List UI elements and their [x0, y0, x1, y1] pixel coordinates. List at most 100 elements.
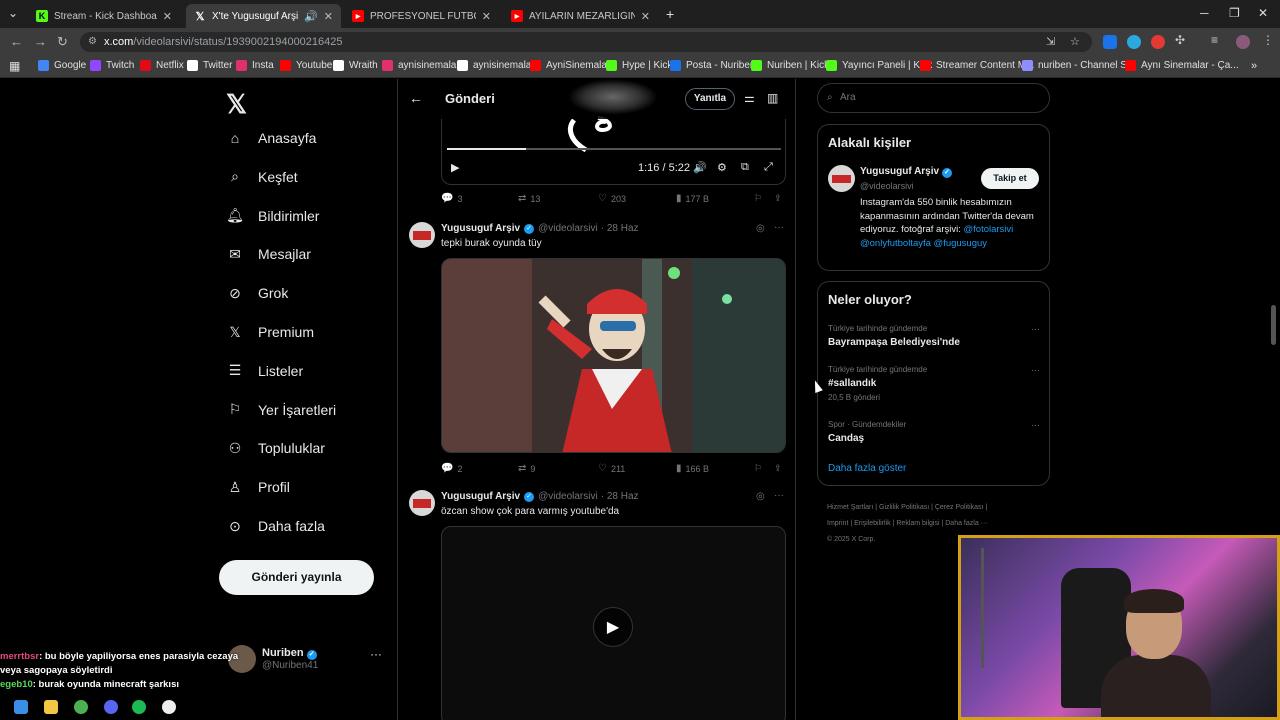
- discord-icon[interactable]: [104, 700, 118, 714]
- avatar[interactable]: [409, 222, 435, 248]
- reply-button[interactable]: 💬 2: [441, 463, 462, 474]
- bookmark-item[interactable]: Google: [38, 60, 86, 71]
- nav-item-list[interactable]: ☰ Listeler: [226, 362, 303, 380]
- reply-button[interactable]: Yanıtla: [685, 88, 735, 110]
- related-handle[interactable]: @videolarsivi: [860, 181, 914, 191]
- close-tab-icon[interactable]: ✕: [163, 10, 172, 23]
- repost-button[interactable]: ⇄ 13: [518, 193, 540, 204]
- bookmark-star-icon[interactable]: ☆: [1070, 32, 1080, 52]
- forward-icon[interactable]: →: [34, 34, 47, 49]
- grok-icon[interactable]: ◎: [756, 223, 765, 234]
- nav-item-envelope[interactable]: ✉ Mesajlar: [226, 245, 311, 263]
- views-button[interactable]: ▮ 177 B: [676, 193, 709, 204]
- x-logo-icon[interactable]: 𝕏: [226, 89, 247, 120]
- media-controls-icon[interactable]: ≡: [1211, 33, 1225, 47]
- nav-item-people[interactable]: ⚇ Topluluklar: [226, 439, 325, 457]
- nav-item-bell[interactable]: 🔔︎ Bildirimler: [226, 207, 319, 225]
- extension-red-icon[interactable]: [1151, 35, 1165, 49]
- tweet[interactable]: Yugusuguf Arşiv ✓ @videolarsivi · 28 Haz…: [398, 222, 795, 477]
- avatar[interactable]: [409, 490, 435, 516]
- more-icon[interactable]: ···: [1031, 365, 1040, 375]
- trend-item[interactable]: Türkiye tarihinde gündemde #sallandık 20…: [828, 365, 1040, 402]
- bookmark-item[interactable]: nuriben - Channel S...: [1022, 60, 1135, 71]
- more-icon[interactable]: ···: [370, 647, 382, 661]
- nav-item-home[interactable]: ⌂ Anasayfa: [226, 129, 317, 147]
- apps-grid-icon[interactable]: ▦: [9, 59, 20, 73]
- trend-item[interactable]: Spor · Gündemdekiler Candaş ···: [828, 420, 1040, 444]
- tab-youtube-futbolcu[interactable]: ▶ PROFESYONEL FUTBOLCU SEN ✕: [344, 4, 499, 28]
- footer-line[interactable]: Imprint | Erişilebilirlik | Reklam bilgi…: [827, 516, 1052, 532]
- tweet-image[interactable]: [441, 258, 786, 453]
- tab-kick-dashboard[interactable]: K Stream - Kick Dashboard ✕: [28, 4, 180, 28]
- show-more-link[interactable]: Daha fazla göster: [828, 463, 906, 474]
- tweet[interactable]: Yugusuguf Arşiv ✓ @videolarsivi · 28 Haz…: [398, 490, 795, 720]
- bookmark-item[interactable]: Youtube: [280, 60, 332, 71]
- nav-item-x-logo[interactable]: 𝕏 Premium: [226, 323, 314, 341]
- tab-x-post[interactable]: 𝕏 X'te Yugusuguf Arşiv: "2016 🔊 ✕: [186, 4, 341, 28]
- bookmark-item[interactable]: Hype | Kick: [606, 60, 672, 71]
- bookmark-item[interactable]: Aynı Sinemalar - Ça...: [1125, 60, 1239, 71]
- extensions-puzzle-icon[interactable]: ✣: [1175, 33, 1189, 47]
- close-window-icon[interactable]: ✕: [1258, 6, 1268, 20]
- bookmark-item[interactable]: Twitch: [90, 60, 134, 71]
- more-icon[interactable]: ···: [774, 222, 784, 233]
- share-icon[interactable]: ⇪: [774, 193, 782, 204]
- tweet-date[interactable]: · 28 Haz: [601, 223, 639, 234]
- bookmark-item[interactable]: Insta: [236, 60, 274, 71]
- spotify-icon[interactable]: [132, 700, 146, 714]
- file-explorer-icon[interactable]: [44, 700, 58, 714]
- tweet-video[interactable]: ▶: [441, 526, 786, 720]
- bookmark-item[interactable]: Twitter: [187, 60, 232, 71]
- nav-item-grok[interactable]: ⊘ Grok: [226, 284, 288, 302]
- repost-button[interactable]: ⇄ 9: [518, 463, 535, 474]
- bookmark-item[interactable]: Yayıncı Paneli | Kick: [826, 60, 932, 71]
- like-button[interactable]: ♡ 203: [598, 193, 626, 204]
- close-tab-icon[interactable]: ✕: [482, 10, 491, 23]
- bookmark-item[interactable]: Netflix: [140, 60, 184, 71]
- footer-line[interactable]: Hizmet Şartları | Gizlilik Politikası | …: [827, 500, 1052, 516]
- video-player[interactable]: ▶ 1:16 / 5:22 🔊 ⚙ ⧉ ⤢: [441, 116, 786, 185]
- install-icon[interactable]: ⇲: [1046, 32, 1055, 52]
- tab-search-icon[interactable]: ⌄: [8, 6, 18, 20]
- fullscreen-icon[interactable]: ⤢: [764, 161, 773, 174]
- account-switcher[interactable]: Nuriben ✓ @Nuriben41 ···: [228, 645, 382, 673]
- nav-item-bookmark[interactable]: ⚐ Yer İşaretleri: [226, 401, 336, 419]
- profile-avatar[interactable]: [1236, 35, 1250, 49]
- bookmark-item[interactable]: Nuriben | Kick: [751, 60, 829, 71]
- pip-icon[interactable]: ⧉: [741, 161, 749, 174]
- trend-item[interactable]: Türkiye tarihinde gündemde Bayrampaşa Be…: [828, 324, 1040, 348]
- maximize-icon[interactable]: ❐: [1229, 6, 1240, 20]
- author-name[interactable]: Yugusuguf Arşiv: [441, 223, 520, 234]
- more-icon[interactable]: ···: [774, 490, 784, 501]
- back-icon[interactable]: ←: [10, 34, 23, 49]
- play-icon[interactable]: ▶: [451, 161, 459, 174]
- minimize-icon[interactable]: ─: [1200, 6, 1209, 20]
- reader-icon[interactable]: ▥: [767, 91, 778, 105]
- post-button[interactable]: Gönderi yayınla: [219, 560, 374, 595]
- extension-globe-icon[interactable]: [1127, 35, 1141, 49]
- back-arrow-icon[interactable]: ←: [409, 90, 423, 106]
- bookmark-item[interactable]: Wraith: [333, 60, 378, 71]
- author-name[interactable]: Yugusuguf Arşiv: [441, 491, 520, 502]
- nav-item-person[interactable]: ♙ Profil: [226, 478, 290, 496]
- site-info-icon[interactable]: ⚙: [88, 32, 97, 52]
- bookmark-item[interactable]: AyniSinemalar: [530, 60, 610, 71]
- share-icon[interactable]: ⇪: [774, 463, 782, 474]
- bookmark-icon[interactable]: ⚐: [754, 193, 762, 204]
- related-name[interactable]: Yugusuguf Arşiv ✓: [860, 166, 952, 178]
- windows-start-icon[interactable]: [14, 700, 28, 714]
- tab-youtube-ayilar[interactable]: ▶ AYILARIN MEZARLIĞINA GİRDİ ✕: [503, 4, 658, 28]
- nav-item-more-circle[interactable]: ⊙ Daha fazla: [226, 517, 325, 535]
- reply-button[interactable]: 💬 3: [441, 193, 462, 204]
- more-icon[interactable]: ···: [1031, 420, 1040, 430]
- search-input[interactable]: ⌕ Ara: [817, 83, 1050, 113]
- views-button[interactable]: ▮ 166 B: [676, 463, 709, 474]
- reload-icon[interactable]: ↻: [57, 34, 68, 50]
- bookmark-item[interactable]: Posta - Nuriben: [670, 60, 755, 71]
- avatar[interactable]: [828, 165, 855, 192]
- author-handle[interactable]: @videolarsivi: [538, 223, 598, 234]
- bookmark-item[interactable]: aynisinemalar: [382, 60, 460, 71]
- obs-icon[interactable]: [162, 700, 176, 714]
- extension-shield-icon[interactable]: [1103, 35, 1117, 49]
- video-progress-bar[interactable]: [447, 148, 781, 150]
